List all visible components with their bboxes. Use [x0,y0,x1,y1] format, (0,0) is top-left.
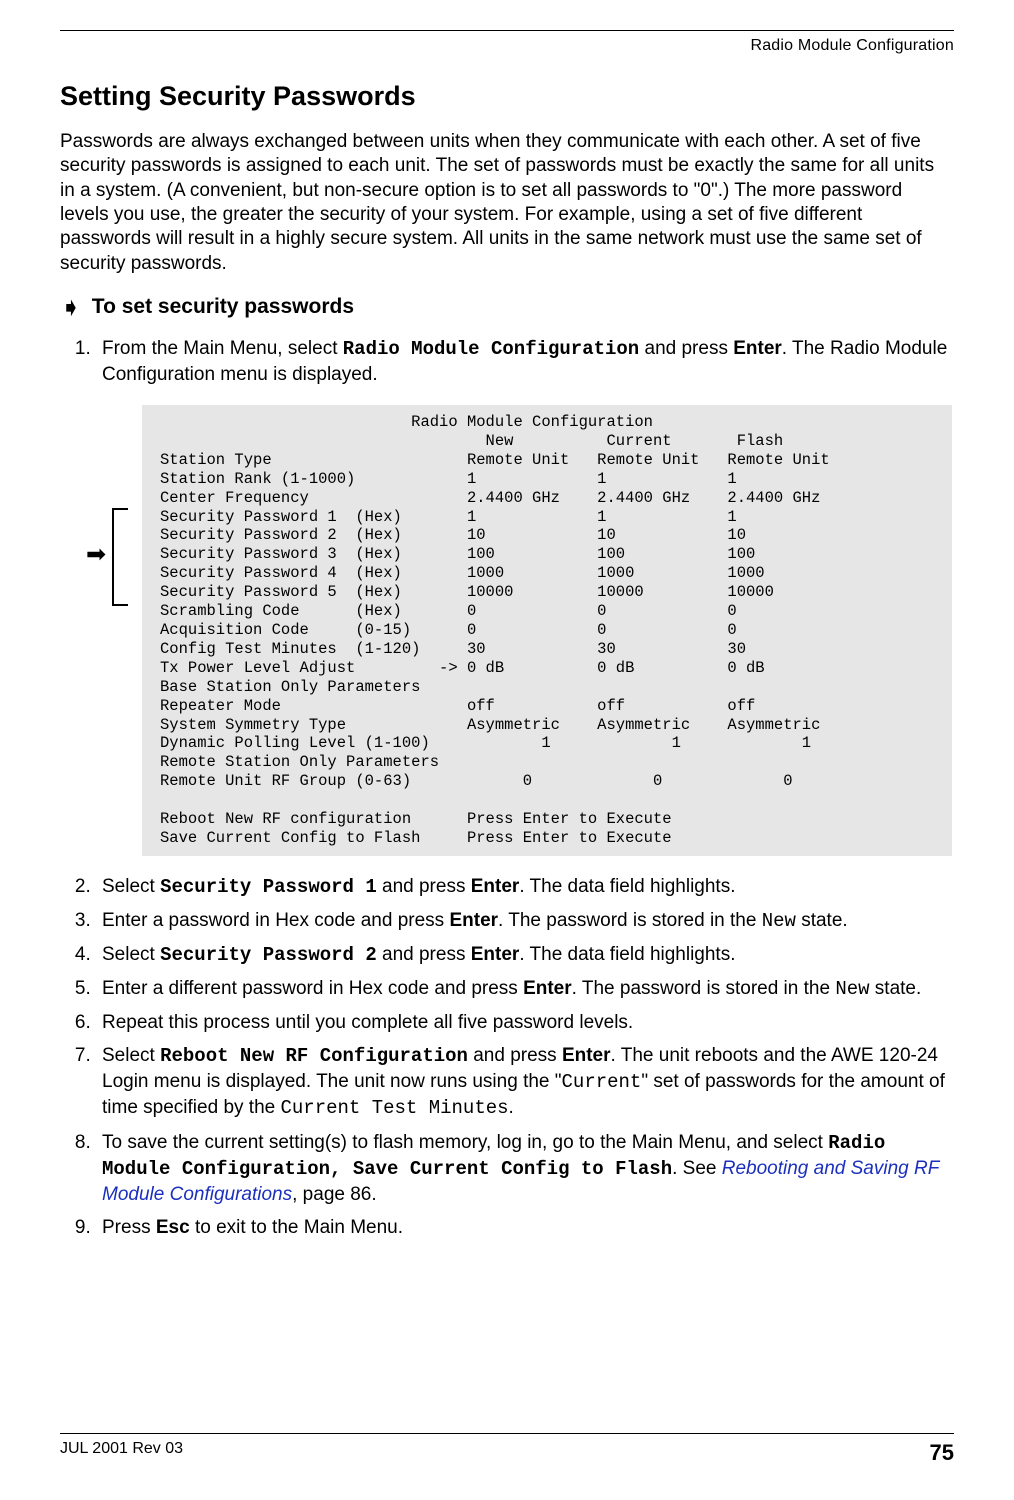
step-5-key: Enter [523,978,572,999]
terminal-wrapper: ➡ Radio Module Configuration New Current… [142,405,952,856]
step-5-mono: New [835,978,869,1000]
procedure-arrow-icon: ➧ [60,294,82,320]
terminal-screen: Radio Module Configuration New Current F… [142,405,952,856]
step-4-text2: and press [377,944,471,965]
step-1-text2: and press [639,338,733,359]
step-8: To save the current setting(s) to flash … [96,1130,954,1207]
step-9: Press Esc to exit to the Main Menu. [96,1215,954,1240]
step-1: From the Main Menu, select Radio Module … [96,336,954,856]
step-2-text: Select [102,876,160,897]
step-6: Repeat this process until you complete a… [96,1010,954,1035]
step-1-text: From the Main Menu, select [102,338,343,359]
step-3-mono: New [762,910,796,932]
step-4: Select Security Password 2 and press Ent… [96,942,954,968]
page-footer: JUL 2001 Rev 03 75 [60,1433,954,1466]
step-8-text3: , page 86. [292,1184,377,1205]
running-head: Radio Module Configuration [60,37,954,55]
step-5-text2: . The password is stored in the [572,978,836,999]
step-1-key: Enter [733,338,782,359]
step-2-key: Enter [471,876,520,897]
step-5-text3: state. [870,978,922,999]
step-7-mono2: Current Test Minutes [280,1097,508,1119]
steps-list: From the Main Menu, select Radio Module … [60,336,954,1240]
step-7-text5: . [509,1097,514,1118]
step-2-text2: and press [377,876,471,897]
step-9-text2: to exit to the Main Menu. [190,1217,403,1238]
step-4-text3: . The data field highlights. [519,944,735,965]
page: Radio Module Configuration Setting Secur… [0,0,1014,1500]
section-title: Setting Security Passwords [60,81,954,112]
step-7-text2: and press [468,1045,562,1066]
step-9-text: Press [102,1217,156,1238]
step-3: Enter a password in Hex code and press E… [96,908,954,934]
step-7-command: Reboot New RF Configuration [160,1045,468,1067]
step-4-text: Select [102,944,160,965]
intro-paragraph: Passwords are always exchanged between u… [60,130,954,276]
step-1-command: Radio Module Configuration [343,338,639,360]
step-2-command: Security Password 1 [160,876,377,898]
procedure-heading-row: ➧ To set security passwords [60,294,954,320]
step-7: Select Reboot New RF Configuration and p… [96,1043,954,1121]
step-8-text2: . See [672,1158,722,1179]
step-4-key: Enter [471,944,520,965]
step-8-text: To save the current setting(s) to flash … [102,1132,828,1153]
step-2: Select Security Password 1 and press Ent… [96,874,954,900]
step-3-key: Enter [449,910,498,931]
callout-bracket-icon [112,508,128,607]
step-2-text3: . The data field highlights. [519,876,735,897]
callout-arrow-icon: ➡ [86,543,106,567]
footer-revision: JUL 2001 Rev 03 [60,1440,183,1466]
step-9-key: Esc [156,1217,190,1238]
step-7-key: Enter [562,1045,611,1066]
step-7-text: Select [102,1045,160,1066]
step-3-text: Enter a password in Hex code and press [102,910,449,931]
step-5: Enter a different password in Hex code a… [96,976,954,1002]
step-4-command: Security Password 2 [160,944,377,966]
page-number: 75 [930,1440,954,1466]
step-3-text3: state. [796,910,848,931]
step-3-text2: . The password is stored in the [498,910,762,931]
step-5-text: Enter a different password in Hex code a… [102,978,523,999]
step-7-mono1: Current [562,1071,642,1093]
procedure-heading: To set security passwords [92,295,354,319]
top-rule [60,30,954,31]
